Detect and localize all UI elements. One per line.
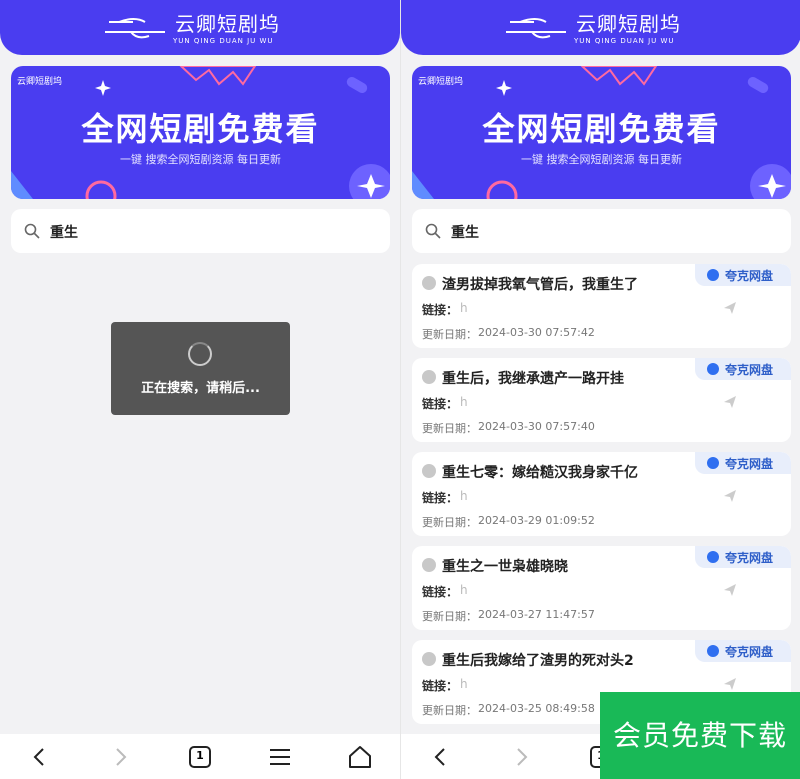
share-icon[interactable]: [723, 583, 737, 597]
promo-banner[interactable]: 云卿短剧坞 全网短剧免费看 一键 搜索全网短剧资源 每日更新: [412, 66, 791, 199]
drama-icon: [422, 464, 436, 478]
link-label: 链接：: [422, 397, 459, 411]
search-bar[interactable]: 重生: [412, 209, 791, 253]
result-card[interactable]: 夸克网盘 渣男拔掉我氧气管后，我重生了链接： h 更新日期： 2024-03-30 07…: [412, 264, 791, 348]
browser-navbar: 1: [0, 734, 400, 779]
search-input[interactable]: 重生: [50, 222, 78, 242]
home-icon[interactable]: [347, 744, 373, 770]
menu-icon[interactable]: [267, 744, 293, 770]
logo-mark-icon: [105, 18, 165, 39]
banner-subtitle: 一键 搜索全网短剧资源 每日更新: [521, 153, 682, 166]
quark-drive-badge: 夸克网盘: [695, 546, 791, 568]
app-header: 云卿短剧坞 YUN QING DUAN JU WU: [0, 0, 400, 55]
update-date: 2024-03-30 07:57:42: [478, 326, 595, 339]
banner-subtitle: 一键 搜索全网短剧资源 每日更新: [120, 153, 281, 166]
logo-mark-icon: [506, 18, 566, 39]
search-icon: [24, 223, 40, 239]
logo: 云卿短剧坞 YUN QING DUAN JU WU: [506, 6, 706, 50]
update-date: 2024-03-27 11:47:57: [478, 608, 595, 621]
date-label: 更新日期：: [422, 328, 477, 341]
right-screen: 云卿短剧坞 YUN QING DUAN JU WU 云卿短剧坞 全网短剧免费看 …: [400, 0, 800, 779]
link-label: 链接：: [422, 585, 459, 599]
app-header: 云卿短剧坞 YUN QING DUAN JU WU: [401, 0, 800, 55]
date-label: 更新日期：: [422, 610, 477, 623]
member-download-banner[interactable]: 会员免费下载: [600, 692, 800, 779]
logo: 云卿短剧坞 YUN QING DUAN JU WU: [105, 6, 305, 50]
link-value[interactable]: h: [460, 395, 468, 409]
drama-icon: [422, 276, 436, 290]
share-icon[interactable]: [723, 301, 737, 315]
result-title[interactable]: 重生后，我继承遗产一路开挂: [442, 368, 624, 388]
link-value[interactable]: h: [460, 489, 468, 503]
cloud-icon: [707, 457, 719, 469]
result-title[interactable]: 重生七零：嫁给糙汉我身家千亿: [442, 462, 638, 482]
share-icon[interactable]: [723, 489, 737, 503]
result-title[interactable]: 渣男拔掉我氧气管后，我重生了: [442, 274, 638, 294]
logo-title: 云卿短剧坞: [175, 12, 280, 36]
search-icon: [425, 223, 441, 239]
logo-title: 云卿短剧坞: [576, 12, 681, 36]
forward-icon[interactable]: [508, 744, 534, 770]
drama-icon: [422, 370, 436, 384]
tabs-icon[interactable]: 1: [187, 744, 213, 770]
link-value[interactable]: h: [460, 301, 468, 315]
logo-subtitle: YUN QING DUAN JU WU: [173, 37, 274, 45]
quark-drive-badge: 夸克网盘: [695, 640, 791, 662]
search-input[interactable]: 重生: [451, 222, 479, 242]
link-value[interactable]: h: [460, 583, 468, 597]
loading-text: 正在搜索，请稍后...: [141, 381, 260, 396]
drama-icon: [422, 558, 436, 572]
result-title[interactable]: 重生后我嫁给了渣男的死对头2: [442, 650, 634, 670]
result-card[interactable]: 夸克网盘 重生后，我继承遗产一路开挂链接： h 更新日期： 2024-03-30 07:…: [412, 358, 791, 442]
share-icon[interactable]: [723, 395, 737, 409]
cloud-icon: [707, 551, 719, 563]
date-label: 更新日期：: [422, 516, 477, 529]
loading-toast: 正在搜索，请稍后...: [111, 322, 290, 415]
drama-icon: [422, 652, 436, 666]
result-title[interactable]: 重生之一世枭雄晓晓: [442, 556, 568, 576]
forward-icon[interactable]: [107, 744, 133, 770]
link-label: 链接：: [422, 679, 459, 693]
badge-label: 夸克网盘: [725, 645, 774, 659]
spinner-icon: [188, 342, 212, 366]
banner-title: 全网短剧免费看: [482, 110, 721, 148]
left-screen: 云卿短剧坞 YUN QING DUAN JU WU 云卿短剧坞 全网短剧免费看 …: [0, 0, 400, 779]
search-bar[interactable]: 重生: [11, 209, 390, 253]
date-label: 更新日期：: [422, 422, 477, 435]
badge-label: 夸克网盘: [725, 457, 774, 471]
back-icon[interactable]: [27, 744, 53, 770]
update-date: 2024-03-30 07:57:40: [478, 420, 595, 433]
date-label: 更新日期：: [422, 704, 477, 717]
tab-count: 1: [196, 749, 204, 762]
banner-logo: 云卿短剧坞: [418, 77, 464, 87]
cloud-icon: [707, 363, 719, 375]
quark-drive-badge: 夸克网盘: [695, 358, 791, 380]
badge-label: 夸克网盘: [725, 363, 774, 377]
link-label: 链接：: [422, 303, 459, 317]
back-icon[interactable]: [428, 744, 454, 770]
link-value[interactable]: h: [460, 677, 468, 691]
cloud-icon: [707, 269, 719, 281]
banner-logo: 云卿短剧坞: [17, 77, 63, 87]
badge-label: 夸克网盘: [725, 269, 774, 283]
link-label: 链接：: [422, 491, 459, 505]
logo-subtitle: YUN QING DUAN JU WU: [574, 37, 675, 45]
update-date: 2024-03-25 08:49:58: [478, 702, 595, 715]
banner-title: 全网短剧免费看: [81, 110, 320, 148]
quark-drive-badge: 夸克网盘: [695, 452, 791, 474]
result-card[interactable]: 夸克网盘 重生之一世枭雄晓晓链接： h 更新日期： 2024-03-27 11:47:5…: [412, 546, 791, 630]
result-card[interactable]: 夸克网盘 重生七零：嫁给糙汉我身家千亿链接： h 更新日期： 2024-03-29 01…: [412, 452, 791, 536]
update-date: 2024-03-29 01:09:52: [478, 514, 595, 527]
badge-label: 夸克网盘: [725, 551, 774, 565]
cloud-icon: [707, 645, 719, 657]
promo-banner[interactable]: 云卿短剧坞 全网短剧免费看 一键 搜索全网短剧资源 每日更新: [11, 66, 390, 199]
share-icon[interactable]: [723, 677, 737, 691]
quark-drive-badge: 夸克网盘: [695, 264, 791, 286]
